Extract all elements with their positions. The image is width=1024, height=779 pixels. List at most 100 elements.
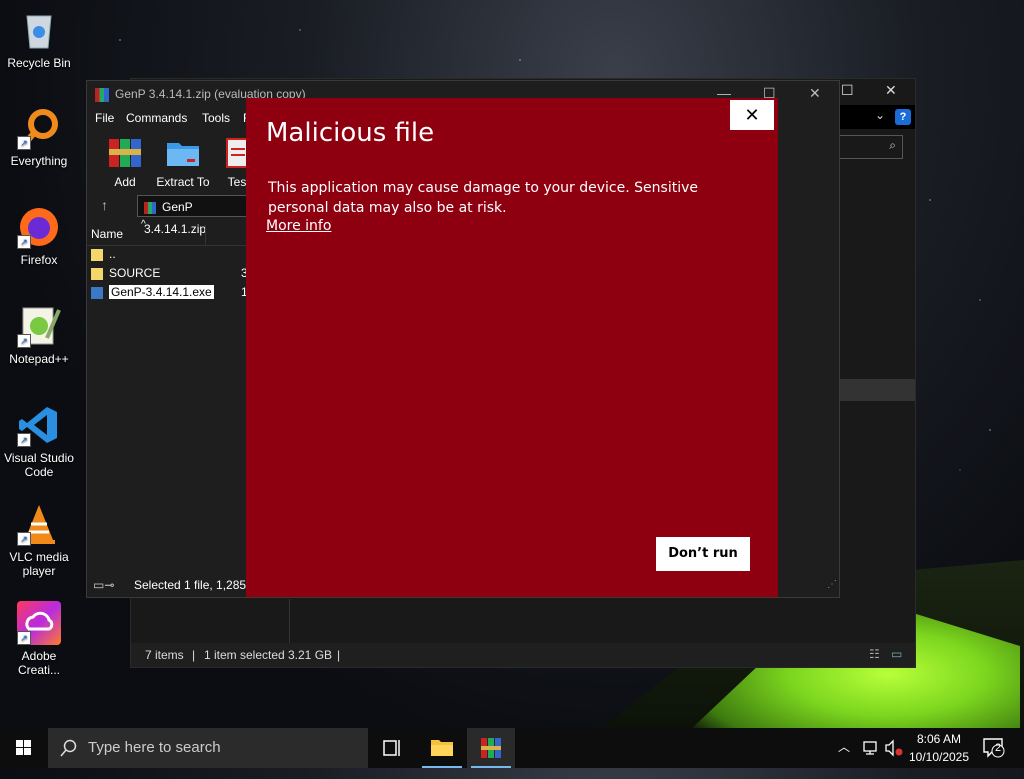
taskbar-winrar[interactable] (467, 728, 515, 768)
clock-time: 8:06 AM (916, 732, 962, 746)
recycle-bin-icon (17, 8, 61, 52)
winrar-status-text: Selected 1 file, 1,285,6 (134, 578, 257, 592)
adobe-creative-cloud-icon: ↗ (17, 601, 61, 645)
pane-divider (289, 599, 290, 643)
taskbar: Type here to search ︿ 8:06 AM 10/10/2025… (0, 728, 1024, 768)
desktop-icon-label: Adobe Creati... (17, 649, 60, 677)
shortcut-arrow-icon: ↗ (17, 433, 31, 447)
toolbar-add-label: Add (114, 175, 136, 189)
desktop-icon-everything[interactable]: ↗ Everything (0, 106, 78, 168)
everything-search-icon: ↗ (17, 106, 61, 150)
search-placeholder: Type here to search (88, 739, 221, 756)
shortcut-arrow-icon: ↗ (17, 235, 31, 249)
folder-icon (91, 267, 103, 280)
status-separator: | (337, 648, 341, 662)
explorer-status-bar: 7 items | 1 item selected 3.21 GB | ☷ ▭ (131, 643, 915, 667)
desktop-icon-vscode[interactable]: ↗ Visual Studio Code (0, 403, 78, 479)
add-archive-icon (107, 135, 143, 171)
details-view-icon[interactable]: ☷ (869, 642, 880, 666)
firefox-icon: ↗ (17, 205, 61, 249)
system-clock[interactable]: 8:06 AM 10/10/2025 (904, 730, 974, 766)
status-separator: | (192, 648, 196, 662)
notification-center-button[interactable]: 2 (982, 737, 1006, 777)
file-row-name: GenP-3.4.14.1.exe (109, 285, 214, 299)
desktop-icon-label: VLC media player (9, 550, 69, 578)
sort-ascending-icon: ^ (141, 219, 146, 230)
toolbar-add-button[interactable]: Add (93, 135, 157, 189)
show-hidden-icons-chevron-icon[interactable]: ︿ (838, 738, 850, 778)
column-name[interactable]: Name (91, 227, 123, 241)
notification-count: 2 (994, 742, 1002, 754)
task-view-icon (383, 740, 400, 756)
shortcut-arrow-icon: ↗ (17, 136, 31, 150)
search-icon (60, 739, 77, 757)
file-row-name: SOURCE (109, 266, 161, 280)
desktop-icon-vlc[interactable]: ↗ VLC media player (0, 502, 78, 578)
dialog-close-button[interactable]: ✕ (730, 100, 774, 130)
shortcut-arrow-icon: ↗ (17, 532, 31, 546)
file-row-parent[interactable]: .. (91, 245, 247, 263)
file-explorer-icon (431, 740, 453, 756)
desktop-icon-label: Recycle Bin (7, 56, 71, 70)
archive-icon (144, 201, 156, 214)
menu-commands[interactable]: Commands (126, 111, 187, 125)
drive-key-icon: ▭⊸ (93, 578, 115, 592)
close-icon[interactable]: ✕ (885, 82, 897, 99)
winrar-icon (481, 738, 501, 758)
file-row-source[interactable]: SOURCE 3 (91, 264, 248, 282)
explorer-titlebar: ☐ ✕ (831, 79, 915, 103)
close-icon[interactable]: ✕ (809, 85, 821, 102)
explorer-search-box[interactable]: ⌕ (831, 135, 903, 159)
folder-icon (91, 248, 103, 261)
dialog-message: This application may cause damage to you… (268, 180, 698, 216)
status-item-count: 7 items (145, 648, 184, 662)
search-icon: ⌕ (889, 138, 896, 152)
start-button[interactable] (0, 728, 48, 768)
status-size: 3.21 GB (288, 648, 333, 662)
desktop-icon-label: Everything (10, 154, 68, 168)
menu-tools[interactable]: Tools (202, 111, 230, 125)
chevron-down-icon[interactable]: ⌄ (875, 108, 885, 122)
explorer-selected-row[interactable] (831, 379, 915, 401)
desktop-icon-recycle-bin[interactable]: Recycle Bin (0, 8, 78, 70)
maximize-icon[interactable]: ☐ (841, 82, 854, 99)
file-row-genp-exe[interactable]: GenP-3.4.14.1.exe 1,2 (91, 283, 258, 301)
column-divider (205, 225, 206, 245)
winrar-menu-bar: File Commands Tools F (87, 109, 250, 129)
toolbar-extract-label: Extract To (156, 175, 210, 189)
clock-date: 10/10/2025 (908, 750, 970, 764)
shortcut-arrow-icon: ↗ (17, 631, 31, 645)
taskbar-file-explorer[interactable] (418, 728, 466, 768)
dont-run-button[interactable]: Don’t run (656, 537, 750, 571)
status-selected: 1 item selected (204, 648, 285, 662)
menu-file[interactable]: File (95, 111, 114, 125)
desktop-icon-notepad-plus-plus[interactable]: ↗ Notepad++ (0, 304, 78, 366)
volume-muted-icon[interactable] (884, 739, 904, 779)
shortcut-arrow-icon: ↗ (17, 334, 31, 348)
winrar-app-icon (95, 87, 109, 102)
taskbar-search-box[interactable]: Type here to search (48, 728, 368, 768)
malicious-file-dialog: ✕ Malicious file This application may ca… (246, 98, 778, 597)
desktop-icon-adobe-creative-cloud[interactable]: ↗ Adobe Creati... (0, 601, 78, 677)
windows-logo-icon (16, 740, 31, 755)
task-view-button[interactable] (368, 728, 416, 768)
desktop-icon-label: Firefox (20, 253, 58, 267)
tiles-view-icon[interactable]: ▭ (891, 642, 902, 666)
archive-address-bar[interactable]: GenP 3.4.14.1.zip (137, 195, 247, 236)
vlc-icon: ↗ (17, 502, 61, 546)
file-list-header[interactable]: Name ^ (87, 219, 247, 246)
network-disconnected-icon[interactable] (862, 739, 880, 779)
desktop-icon-label: Visual Studio Code (4, 451, 74, 479)
more-info-link[interactable]: More info (266, 218, 331, 234)
desktop-icon-label: Notepad++ (9, 352, 69, 366)
explorer-ribbon: ⌄ ? (831, 105, 915, 129)
vscode-icon: ↗ (17, 403, 61, 447)
up-one-level-icon[interactable]: ↑ (101, 197, 108, 213)
toolbar-extract-to-button[interactable]: Extract To (151, 135, 215, 189)
help-icon[interactable]: ? (895, 109, 911, 125)
resize-grip-icon[interactable]: ⋰ (827, 575, 837, 595)
dialog-title: Malicious file (266, 118, 435, 148)
desktop-icon-firefox[interactable]: ↗ Firefox (0, 205, 78, 267)
notepad-plus-plus-icon: ↗ (17, 304, 61, 348)
file-row-name: .. (109, 247, 116, 261)
